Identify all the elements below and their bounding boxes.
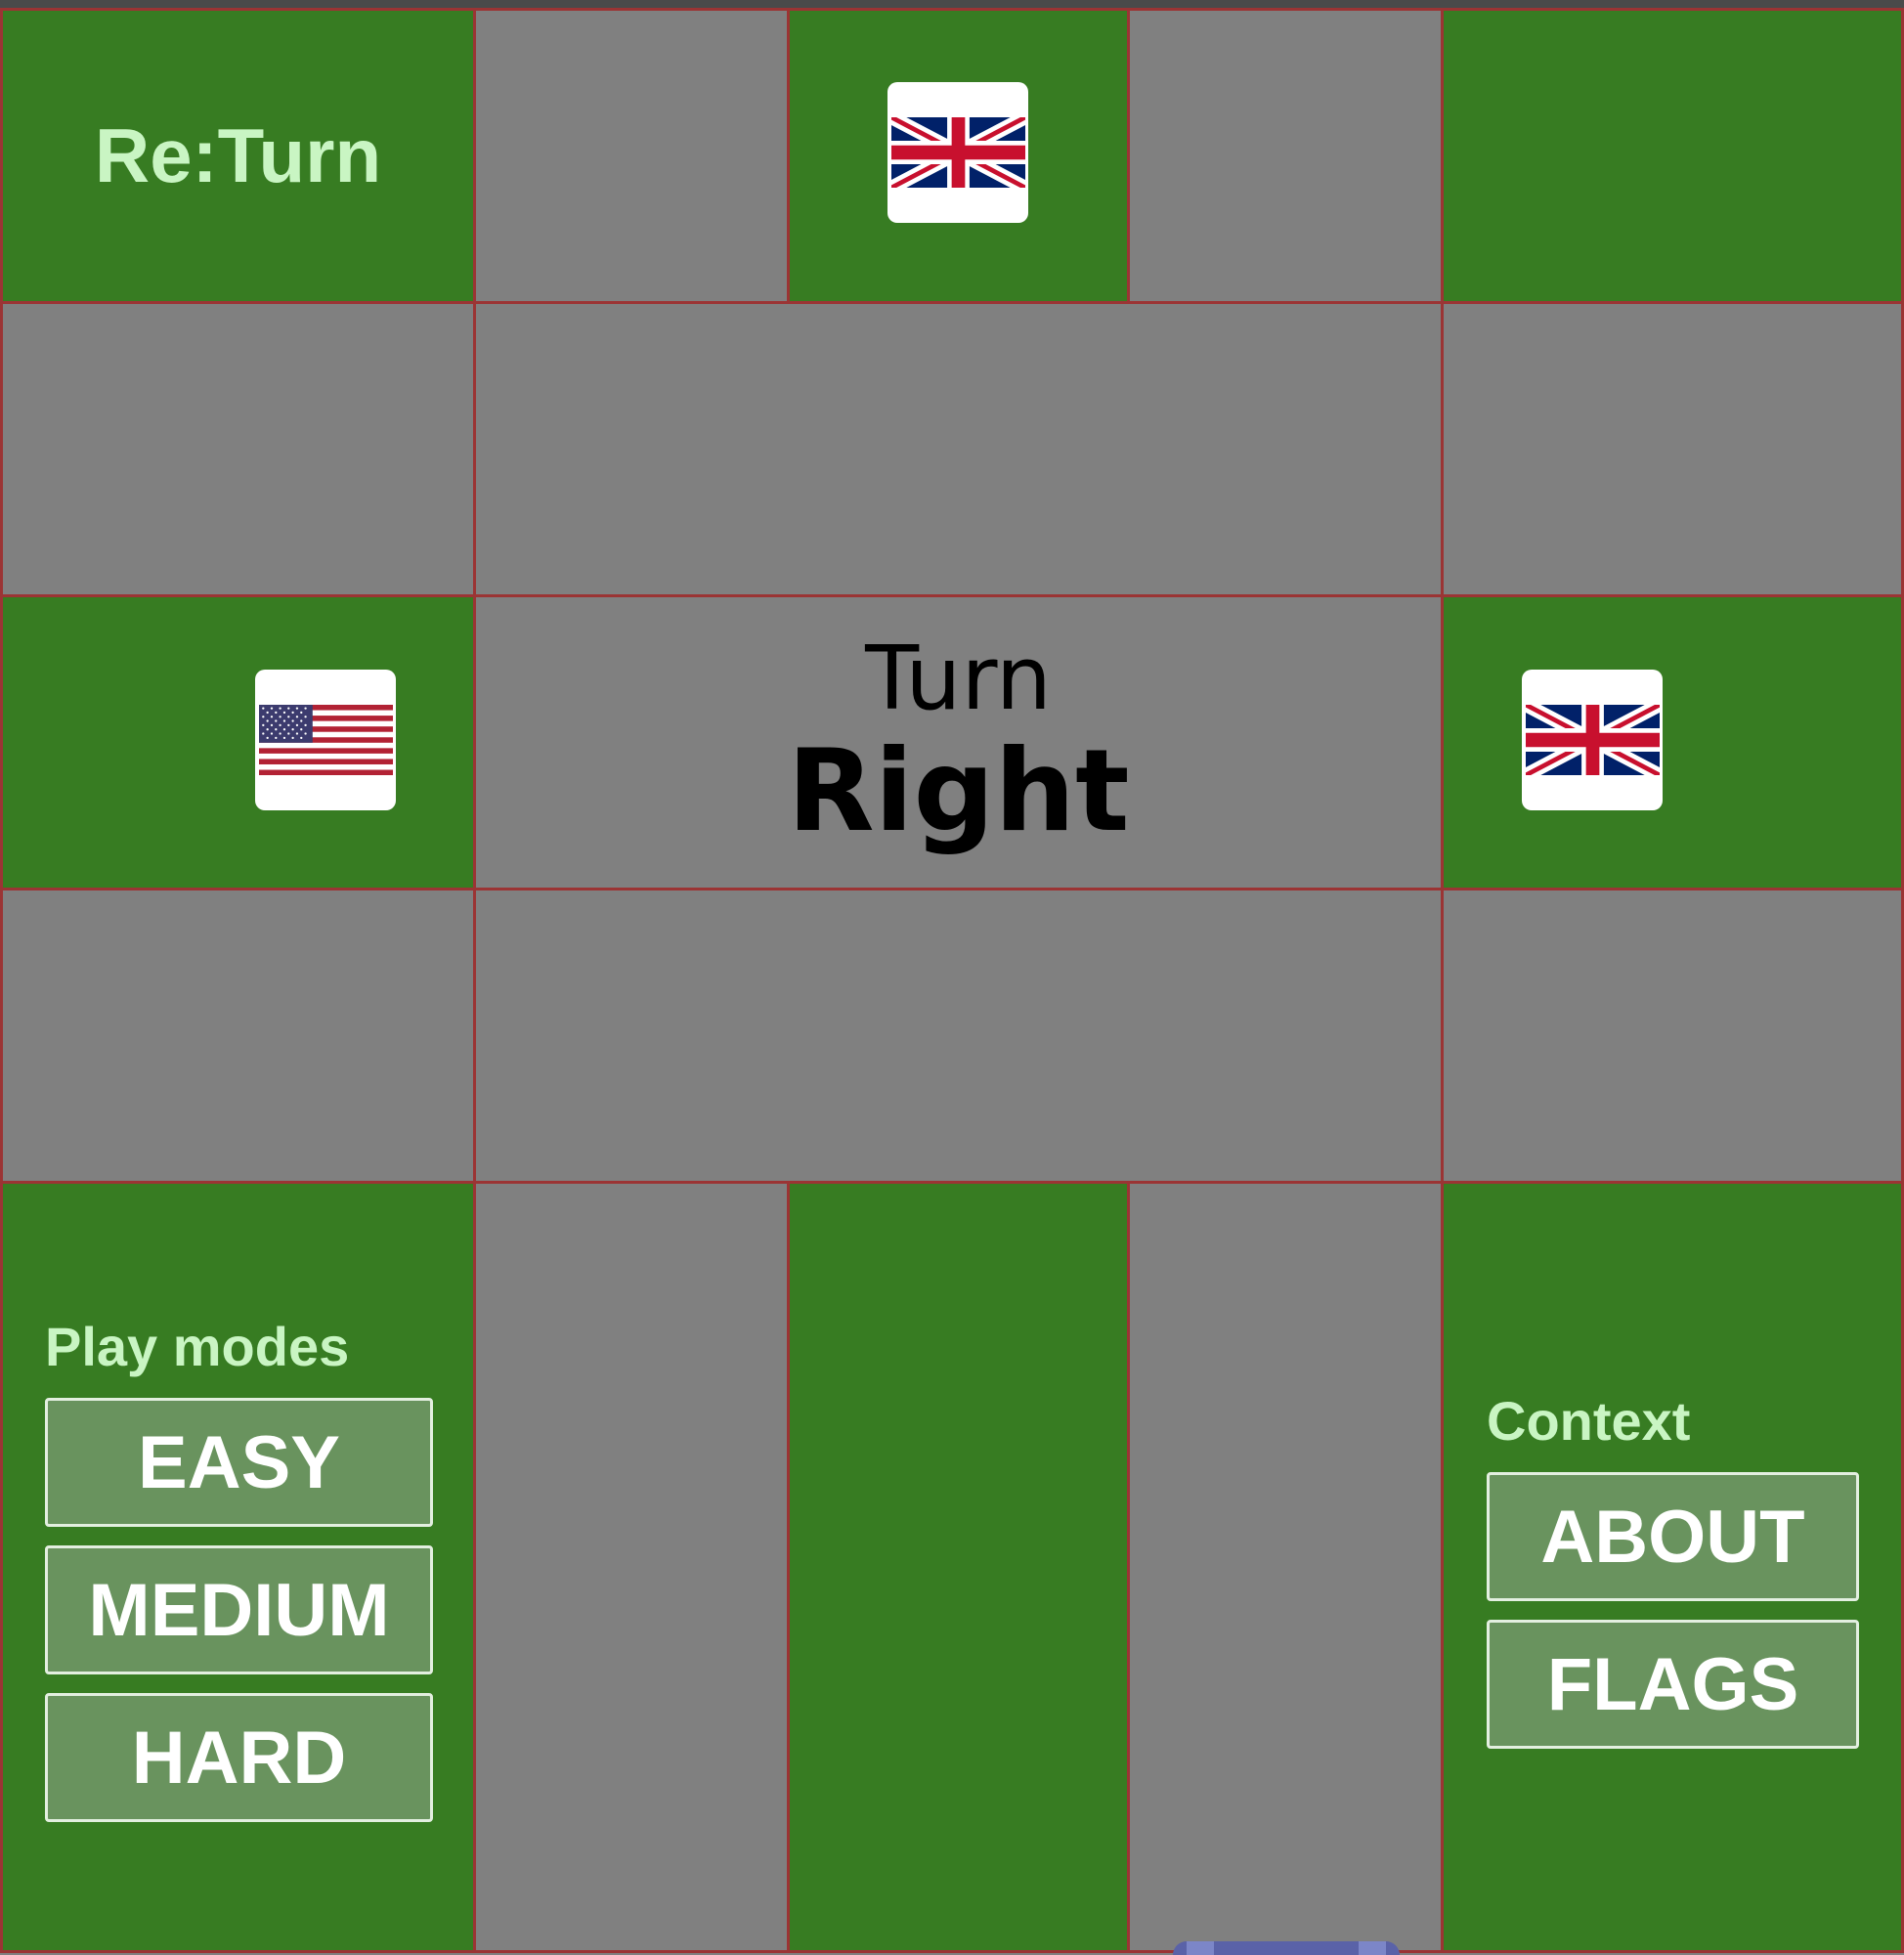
turn-instruction: Turn Right [476, 597, 1441, 888]
road-tile [0, 301, 476, 597]
easy-button[interactable]: EASY [45, 1398, 433, 1527]
road-tile [1127, 8, 1444, 304]
title-tile: Re:Turn [0, 8, 476, 304]
context-heading: Context [1487, 1390, 1691, 1452]
context-tile: Context ABOUT FLAGS [1441, 1181, 1904, 1953]
right-flag-tile[interactable] [1441, 594, 1904, 891]
road-tile [473, 8, 790, 304]
grass-tile [787, 1181, 1130, 1953]
turn-label: Turn [865, 627, 1052, 730]
road-tile [473, 1181, 790, 1953]
about-button[interactable]: ABOUT [1487, 1472, 1859, 1601]
top-flag-tile[interactable] [787, 8, 1130, 304]
center-tile: Turn Right [473, 594, 1444, 891]
road-tile [1441, 888, 1904, 1184]
left-flag-tile[interactable] [0, 594, 476, 891]
app-title: Re:Turn [94, 112, 382, 198]
us-flag-icon[interactable] [255, 670, 396, 810]
uk-flag-icon[interactable] [1522, 670, 1663, 810]
road-tile [1441, 301, 1904, 597]
road-tile [473, 301, 1444, 597]
play-modes-tile: Play modes EASY MEDIUM HARD [0, 1181, 476, 1953]
play-modes-heading: Play modes [45, 1316, 350, 1377]
us-flag-graphic [258, 705, 393, 775]
flags-button[interactable]: FLAGS [1487, 1620, 1859, 1749]
hard-button[interactable]: HARD [45, 1693, 433, 1822]
turn-direction: Right [787, 724, 1130, 857]
uk-flag-graphic [1525, 705, 1660, 775]
road-tile [0, 888, 476, 1184]
uk-flag-icon[interactable] [887, 82, 1028, 223]
corner-tile [1441, 8, 1904, 304]
road-tile [473, 888, 1444, 1184]
medium-button[interactable]: MEDIUM [45, 1545, 433, 1674]
road-tile [1127, 1181, 1444, 1953]
uk-flag-graphic [890, 117, 1025, 188]
